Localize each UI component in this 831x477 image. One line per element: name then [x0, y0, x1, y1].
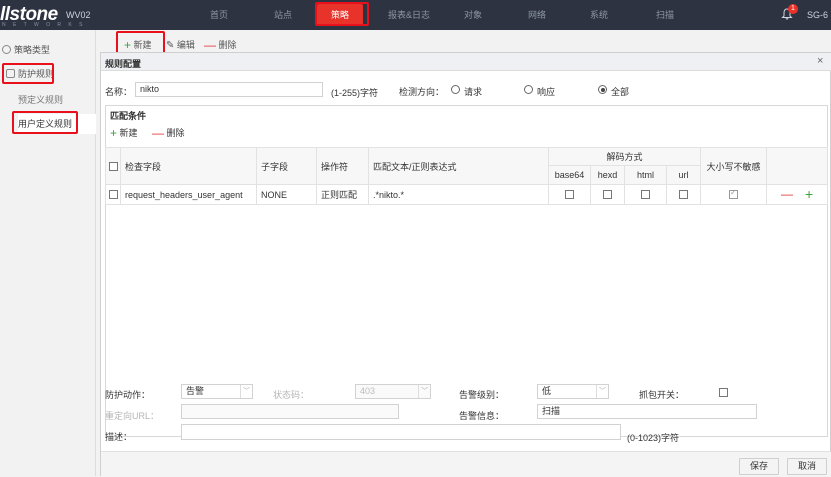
alert-count-badge: 1	[788, 4, 798, 14]
rule-config-dialog: 规则配置 × 名称： nikto (1-255)字符 检测方向： 请求 响应 全…	[100, 52, 831, 477]
direction-request-radio[interactable]	[451, 85, 460, 94]
pencil-icon: ✎	[166, 40, 175, 51]
nav-scan[interactable]: 扫描	[650, 0, 680, 30]
remove-row-icon[interactable]: —	[781, 187, 793, 201]
case-insensitive-checkbox[interactable]	[729, 188, 738, 199]
sidebar-item-predefined-rules[interactable]: 预定义规则	[18, 90, 63, 110]
close-icon[interactable]: ×	[817, 55, 823, 67]
base64-checkbox[interactable]	[565, 190, 574, 199]
plus-icon: +	[110, 126, 118, 140]
direction-response-radio[interactable]	[524, 85, 533, 94]
match-conditions-title: 匹配条件	[110, 111, 147, 121]
chevron-down-icon: ﹀	[596, 385, 608, 398]
direction-all-label: 全部	[611, 87, 630, 97]
nav-home[interactable]: 首页	[204, 0, 234, 30]
column-header-operator: 操作符	[317, 147, 369, 185]
row-html-cell	[625, 185, 667, 205]
row-operator: 正则匹配	[317, 185, 369, 205]
row-field: request_headers_user_agent	[121, 185, 257, 205]
column-header-hexd: hexd	[591, 166, 625, 185]
policy-type-icon	[2, 45, 11, 54]
column-header-url: url	[667, 166, 701, 185]
nav-system[interactable]: 系统	[584, 0, 614, 30]
capture-label: 抓包开关：	[639, 390, 685, 400]
alert-level-select[interactable]: 低 ﹀	[537, 384, 609, 399]
select-all-cell	[105, 147, 121, 185]
alert-info-input[interactable]: 扫描	[537, 404, 757, 419]
alert-level-label: 告警级别：	[459, 390, 505, 400]
row-url-cell	[667, 185, 701, 205]
row-hexd-cell	[591, 185, 625, 205]
column-header-field: 检查字段	[121, 147, 257, 185]
row-actions-cell: — +	[767, 185, 828, 205]
html-checkbox[interactable]	[641, 190, 650, 199]
url-checkbox[interactable]	[679, 190, 688, 199]
column-header-actions	[767, 147, 828, 185]
description-length-hint: (0-1023)字符	[627, 433, 680, 443]
status-code-label: 状态码：	[273, 390, 310, 400]
column-header-base64: base64	[549, 166, 591, 185]
direction-request-label: 请求	[464, 87, 483, 97]
direction-label: 检测方向：	[399, 87, 445, 97]
status-code-select: 403 ﹀	[355, 384, 431, 399]
select-all-checkbox[interactable]	[108, 161, 118, 171]
sidebar-item-policy-type[interactable]: 策略类型	[2, 40, 50, 60]
column-header-decode: 解码方式	[549, 147, 701, 166]
sidebar-item-user-defined-rules[interactable]: 用户定义规则	[18, 114, 96, 134]
minus-icon: —	[152, 126, 164, 140]
dialog-title: 规则配置	[105, 59, 142, 69]
dialog-footer	[101, 451, 831, 477]
action-select[interactable]: 告警 ﹀	[181, 384, 253, 399]
description-input[interactable]	[181, 424, 621, 440]
name-length-hint: (1-255)字符	[331, 88, 379, 98]
column-header-case-insensitive: 大小写不敏感	[701, 147, 767, 185]
save-button[interactable]: 保存	[739, 458, 779, 475]
sidebar-item-label: 策略类型	[14, 45, 51, 55]
redirect-url-label: 重定向URL：	[105, 411, 160, 421]
top-bar: llstone N E T W O R K S WV02 首页 站点 策略 报表…	[0, 0, 831, 30]
brand-logo-subtitle: N E T W O R K S	[2, 22, 86, 28]
hexd-checkbox[interactable]	[603, 190, 612, 199]
nav-reports-logs[interactable]: 报表&日志	[384, 0, 434, 30]
condition-delete-button[interactable]: — 删除	[152, 126, 185, 140]
device-model: WV02	[66, 10, 91, 20]
sidebar-item-protection-rules[interactable]: 防护规则	[6, 64, 54, 84]
chevron-down-icon: ﹀	[240, 385, 252, 398]
rules-icon	[6, 69, 15, 78]
row-pattern: .*nikto.*	[369, 185, 549, 205]
name-input[interactable]: nikto	[135, 82, 323, 97]
capture-checkbox[interactable]	[719, 388, 728, 397]
row-subfield: NONE	[257, 185, 317, 205]
plus-icon: +	[124, 38, 132, 52]
nav-objects[interactable]: 对象	[458, 0, 488, 30]
row-select-cell	[105, 185, 121, 205]
nav-sites[interactable]: 站点	[268, 0, 298, 30]
dialog-header: 规则配置 ×	[101, 53, 831, 71]
column-header-subfield: 子字段	[257, 147, 317, 185]
sidebar-item-label: 防护规则	[18, 69, 55, 79]
column-header-html: html	[625, 166, 667, 185]
name-label: 名称：	[105, 87, 133, 97]
row-select-checkbox[interactable]	[108, 190, 118, 199]
condition-new-button[interactable]: + 新建	[110, 126, 138, 140]
user-menu[interactable]: SG-6	[807, 10, 828, 20]
minus-icon: —	[204, 38, 216, 52]
redirect-url-input	[181, 404, 399, 419]
row-base64-cell	[549, 185, 591, 205]
sidebar: 策略类型 防护规则 预定义规则 用户定义规则	[0, 30, 96, 476]
direction-response-label: 响应	[537, 87, 556, 97]
description-label: 描述：	[105, 432, 133, 442]
cancel-button[interactable]: 取消	[787, 458, 827, 475]
chevron-down-icon: ﹀	[418, 385, 430, 398]
direction-all-radio[interactable]	[598, 85, 607, 94]
nav-network[interactable]: 网络	[522, 0, 552, 30]
column-header-pattern: 匹配文本/正则表达式	[369, 147, 549, 185]
alert-info-label: 告警信息：	[459, 411, 505, 421]
add-row-icon[interactable]: +	[805, 186, 813, 202]
action-label: 防护动作：	[105, 390, 151, 400]
row-case-cell	[701, 185, 767, 205]
nav-policy[interactable]: 策略	[317, 4, 363, 26]
